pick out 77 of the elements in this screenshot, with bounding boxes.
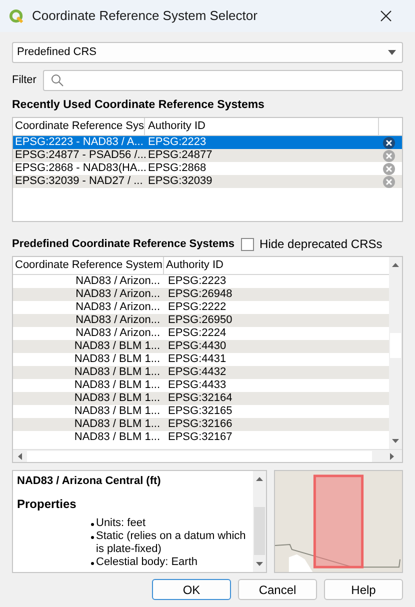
column-header[interactable]: Coordinate Reference System [13,257,164,274]
table-cell-text: NAD83 / BLM 1... [73,405,161,418]
bullet-icon [91,536,94,539]
property-item: Static (relies on a datum which is plate-fixed) [96,530,247,556]
table-cell-text: EPSG:32166 [167,418,232,431]
crs-type-dropdown[interactable]: Predefined CRS [12,42,403,63]
table-cell-text: NAD83 / Arizon... [74,288,161,301]
table-cell: EPSG:2868 [148,162,206,174]
properties-heading: Properties [17,497,78,511]
vertical-scrollbar[interactable] [253,471,266,572]
app-logo-icon [9,8,24,24]
column-header[interactable]: Authority ID [145,118,379,135]
table-row[interactable]: EPSG:32039 - NAD27 / ... EPSG:32039 [13,175,402,188]
property-item: Celestial body: Earth [96,556,198,569]
table-cell-text: EPSG:26950 [167,314,232,327]
table-cell-text: EPSG:4433 [167,379,226,392]
table-cell-text: NAD83 / Arizon... [74,301,161,314]
scrollbar-thumb[interactable] [254,507,265,555]
dialog-button[interactable]: Help [324,579,403,600]
horizontal-scrollbar[interactable] [13,449,402,462]
scrollbar-thumb[interactable] [390,333,401,358]
table-cell-text: EPSG:26948 [167,288,232,301]
table-cell-text: NAD83 / BLM 1... [73,392,161,405]
table-cell-text: EPSG:2224 [167,327,226,340]
table-cell: EPSG:2223 - NAD83 / A... [15,136,144,148]
table-cell-text: NAD83 / BLM 1... [73,431,161,444]
table-cell-text: EPSG:4431 [167,353,226,366]
down-arrow-icon[interactable] [256,562,263,566]
column-header[interactable]: Authority ID [164,257,389,274]
dialog-button[interactable]: Cancel [238,579,317,600]
table-cell-text: NAD83 / Arizon... [74,314,161,327]
filter-field[interactable] [43,70,403,91]
table-cell-text: NAD83 / BLM 1... [73,418,161,431]
table-cell: EPSG:2223 [148,136,206,148]
dialog-button[interactable]: OK [152,579,231,600]
table-cell: EPSG:24877 - PSAD56 /... [15,149,146,161]
table-cell-text: NAD83 / Arizon... [74,275,161,288]
table-row[interactable]: EPSG:2223 - NAD83 / A... EPSG:2223 [13,136,402,149]
right-arrow-icon[interactable] [390,452,394,460]
close-icon[interactable] [380,10,392,22]
window-title: Coordinate Reference System Selector [32,7,258,26]
remove-icon[interactable] [383,136,395,148]
section-heading: Predefined Coordinate Reference Systems [12,237,235,252]
table-cell: EPSG:32039 [148,175,212,187]
property-item: Units: feet [96,517,146,530]
table-cell: EPSG:32039 - NAD27 / ... [15,175,143,187]
table-cell-text: NAD83 / Arizon... [74,327,161,340]
table-cell-text: EPSG:2223 [167,275,226,288]
column-header[interactable]: Coordinate Reference Sys [13,118,145,135]
table-cell-text: NAD83 / BLM 1... [73,379,161,392]
table-cell-text: EPSG:4432 [167,366,226,379]
table-cell: EPSG:2868 - NAD83(HA... [15,162,146,174]
table-row[interactable]: EPSG:24877 - PSAD56 /...EPSG:24877 [13,149,402,162]
caret-icon [388,50,396,55]
table-cell-text: EPSG:32167 [167,431,232,444]
search-icon [51,74,64,87]
up-arrow-icon[interactable] [392,263,399,267]
left-arrow-icon[interactable] [18,452,22,460]
table-cell-text: NAD83 / BLM 1... [73,366,161,379]
crs-name: NAD83 / Arizona Central (ft) [17,475,162,488]
filter-label: Filter [12,73,38,88]
checkbox-label: Hide deprecated CRSs [260,236,382,253]
down-arrow-icon[interactable] [392,439,399,443]
up-arrow-icon[interactable] [256,477,263,481]
table-cell-text: EPSG:2222 [167,301,226,314]
vertical-scrollbar[interactable] [389,257,402,449]
table-cell-text: EPSG:32164 [167,392,232,405]
checkbox[interactable] [240,238,254,250]
table-cell-text: EPSG:4430 [167,340,226,353]
bullet-icon [91,562,94,565]
table-cell-text: NAD83 / BLM 1... [73,353,161,366]
bullet-icon [91,523,94,526]
table-cell-text: EPSG:32165 [167,405,232,418]
section-heading: Recently Used Coordinate Reference Systems [12,98,266,113]
table-cell: EPSG:24877 [148,149,212,161]
table-cell-text: NAD83 / BLM 1... [73,340,161,353]
scrollbar-thumb[interactable] [27,450,372,462]
